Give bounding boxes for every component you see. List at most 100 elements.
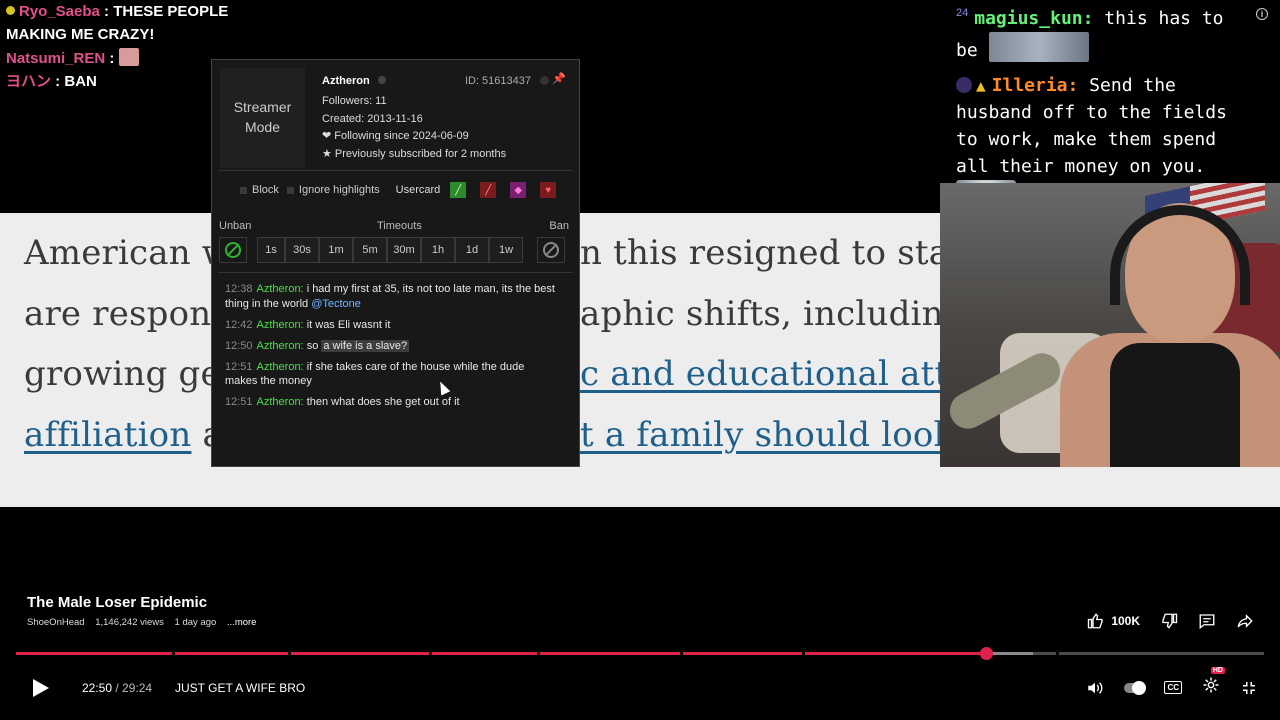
chat-message: Natsumi_REN :	[6, 47, 228, 70]
pin-icon[interactable]: 📌	[552, 72, 566, 85]
article-line-3-left: growing ge	[24, 354, 221, 394]
chat-text-continued: MAKING ME CRAZY!	[6, 26, 155, 44]
message-username[interactable]: Aztheron:	[257, 283, 304, 295]
chapter-title[interactable]: JUST GET A WIFE BRO	[175, 681, 305, 695]
info-icon[interactable]: i	[1256, 8, 1268, 20]
history-message: 12:42 Aztheron: it was Eli wasnt it	[225, 318, 559, 333]
unmod-sword-icon[interactable]: ╱	[480, 182, 497, 198]
checkbox-box[interactable]	[286, 186, 294, 194]
volume-icon[interactable]	[1086, 679, 1104, 697]
message-username[interactable]: Aztheron:	[257, 361, 304, 373]
subscription-status: ★ Previously subscribed for 2 months	[322, 147, 507, 160]
current-time: 22:50	[82, 681, 113, 695]
chapter-marker	[680, 652, 683, 655]
message-username[interactable]: Aztheron:	[257, 396, 304, 408]
ban-button[interactable]	[537, 237, 565, 263]
video-meta: ShoeOnHead 1,146,242 views 1 day ago ...…	[27, 617, 264, 628]
vip-gem-icon[interactable]: ◆	[510, 182, 527, 198]
webcam-feed	[940, 183, 1280, 467]
more-link[interactable]: ...more	[227, 617, 257, 628]
emote-icon	[118, 47, 139, 66]
view-count: 1,146,242 views	[95, 617, 164, 628]
timeout-1s-button[interactable]: 1s	[257, 237, 285, 263]
mod-sword-icon[interactable]: ╱	[450, 182, 467, 198]
progress-bar[interactable]	[16, 647, 1264, 660]
video-actions: 100K	[1087, 612, 1254, 630]
timeout-30m-button[interactable]: 30m	[387, 237, 421, 263]
timeout-1w-button[interactable]: 1w	[489, 237, 523, 263]
ignore-highlights-checkbox[interactable]: Ignore highlights	[286, 184, 380, 196]
time-display: 22:50 / 29:24	[82, 681, 152, 695]
article-line-3-right: c and educational atta	[580, 354, 969, 394]
badge-banana-icon: ▲	[976, 76, 986, 95]
chat-message: ヨハン : BAN	[6, 72, 97, 90]
chat-username: Natsumi_REN	[6, 49, 106, 67]
captions-icon[interactable]: CC	[1164, 681, 1182, 694]
message-highlighted-text: a wife is a slave?	[321, 339, 410, 352]
timeout-1d-button[interactable]: 1d	[455, 237, 489, 263]
user-card-username[interactable]: Aztheron	[322, 75, 386, 87]
scrubber-handle[interactable]	[979, 647, 993, 660]
ban-label: Ban	[549, 220, 569, 232]
thumbs-down-icon[interactable]	[1160, 612, 1178, 630]
timeout-1m-button[interactable]: 1m	[319, 237, 353, 263]
comments-icon[interactable]	[1198, 612, 1216, 630]
message-timestamp: 12:42	[225, 318, 253, 331]
usercard-link[interactable]: Usercard	[396, 184, 441, 196]
message-username[interactable]: Aztheron:	[257, 319, 304, 331]
unvip-heart-icon[interactable]: ♥	[540, 182, 557, 198]
chapter-marker	[429, 652, 432, 655]
settings-button[interactable]: HD	[1202, 667, 1225, 699]
video-title[interactable]: The Male Loser Epidemic	[27, 594, 207, 611]
article-line-2-right: aphic shifts, including	[580, 294, 966, 334]
article-line-1-right: n this resigned to stay	[580, 233, 969, 273]
followers-count: Followers: 11	[322, 95, 387, 107]
checkbox-box[interactable]	[240, 186, 247, 194]
message-text: so	[306, 339, 322, 352]
article-line-2-left: are respond	[24, 294, 234, 334]
unban-label: Unban	[219, 220, 252, 232]
status-dot-icon	[377, 76, 386, 84]
chat-message: Ryo_Saeba : THESE PEOPLE	[6, 0, 228, 23]
block-label: Block	[252, 184, 279, 196]
timeouts-label: Timeouts	[377, 220, 422, 232]
unban-button[interactable]	[219, 237, 247, 263]
username-text[interactable]: Aztheron	[322, 75, 370, 87]
block-checkbox[interactable]: Block	[240, 184, 279, 196]
message-timestamp: 12:51	[225, 396, 253, 408]
unban-icon	[225, 242, 241, 258]
share-icon[interactable]	[1236, 612, 1254, 630]
user-info: Followers: 11 Created: 2013-11-16 ❤ Foll…	[322, 93, 506, 163]
divider	[218, 170, 573, 171]
refresh-icon[interactable]	[540, 76, 549, 85]
autoplay-toggle[interactable]	[1124, 680, 1147, 695]
message-timestamp: 12:51	[225, 360, 253, 373]
article-line-1-left: American w	[24, 233, 232, 273]
following-since: ❤ Following since 2024-06-09	[322, 130, 469, 142]
ignore-highlights-label: Ignore highlights	[298, 184, 380, 196]
article-line-4-left: affiliation a	[24, 415, 223, 455]
chat-username: Illeria:	[991, 75, 1079, 96]
badge-icon	[6, 6, 15, 15]
play-icon[interactable]	[33, 679, 49, 697]
chat-text: BAN	[64, 72, 97, 90]
user-card-popup: Streamer Mode Aztheron ID: 51613437 📌 Fo…	[211, 59, 580, 467]
chapter-marker	[172, 652, 175, 655]
like-button[interactable]: 100K	[1087, 612, 1140, 630]
timeout-1h-button[interactable]: 1h	[421, 237, 455, 263]
streamer-mode-avatar-placeholder: Streamer Mode	[220, 68, 305, 168]
history-message: 12:50 Aztheron: so a wife is a slave?	[225, 339, 559, 354]
badge-months: 24	[956, 7, 969, 19]
exit-fullscreen-icon[interactable]	[1240, 679, 1258, 697]
chapter-marker	[288, 652, 291, 655]
thumbs-up-icon	[1088, 613, 1103, 629]
chat-username: magius_kun:	[974, 8, 1094, 29]
chat-username: Ryo_Saeba	[19, 3, 100, 20]
time-separator: /	[112, 681, 123, 695]
message-mention[interactable]: @Tectone	[311, 298, 361, 310]
channel-name[interactable]: ShoeOnHead	[27, 617, 85, 628]
timeout-30s-button[interactable]: 30s	[285, 237, 319, 263]
message-text: then what does she get out of it	[306, 396, 460, 408]
timeout-5m-button[interactable]: 5m	[353, 237, 387, 263]
message-username[interactable]: Aztheron:	[257, 340, 304, 352]
